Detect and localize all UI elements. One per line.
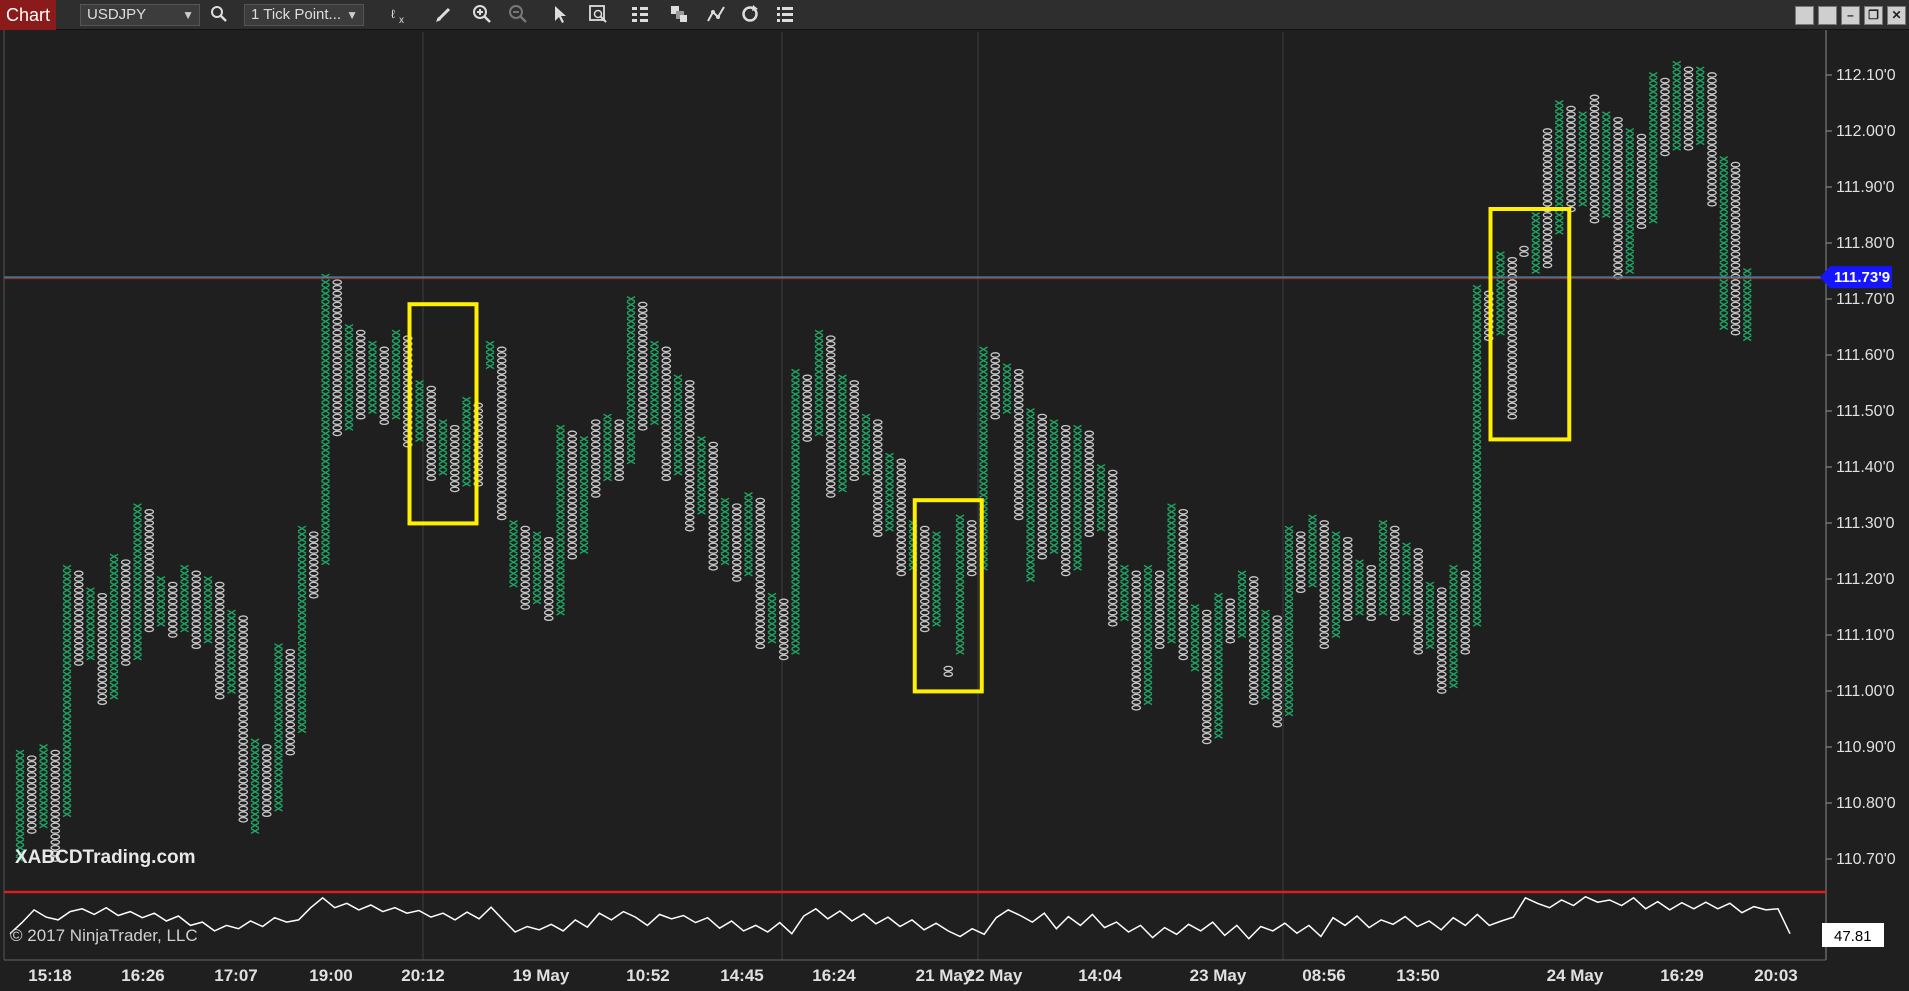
time-tick-label: 08:56 [1302,966,1345,985]
watermark: XABCDTrading.com [15,847,196,868]
properties-icon[interactable] [773,4,797,26]
strategies-icon[interactable] [667,4,691,26]
price-tick-label: 112.10'0 [1836,67,1896,84]
maximize-button[interactable]: ❐ [1864,6,1883,25]
pointer-icon[interactable] [548,4,572,26]
data-box-icon[interactable] [586,4,610,26]
time-tick-label: 16:24 [812,966,856,985]
time-tick-label: 13:50 [1396,966,1439,985]
time-tick-label: 20:03 [1754,966,1797,985]
time-tick-label: 21 May [916,966,973,985]
time-tick-label: 20:12 [401,966,444,985]
price-tick-label: 110.70'0 [1836,851,1896,868]
time-tick-label: 14:04 [1078,966,1122,985]
reload-icon[interactable] [738,4,762,26]
svg-text:x: x [399,15,404,26]
time-tick-label: 14:45 [720,966,763,985]
draw-pencil-icon[interactable] [432,4,456,26]
search-icon[interactable] [207,4,231,26]
time-tick-label: 17:07 [214,966,257,985]
chart-toolbar: Chart USDJPY ▼ 1 Tick Point... ▼ ℓx – ❐ … [0,0,1909,30]
copyright: © 2017 NinjaTrader, LLC [10,926,198,945]
price-tick-label: 111.70'0 [1836,291,1895,308]
minimize-button[interactable]: – [1841,6,1860,25]
price-tick-label: 111.90'0 [1836,179,1895,196]
indicator-value-label: 47.81 [1834,928,1872,945]
time-tick-label: 24 May [1547,966,1604,985]
plot-background [0,30,1909,991]
zoom-out-icon[interactable] [506,4,530,26]
indicator-icon[interactable]: ℓx [388,4,412,26]
time-tick-label: 16:26 [121,966,164,985]
zoom-in-icon[interactable] [470,4,494,26]
price-tick-label: 111.40'0 [1836,459,1895,476]
price-axis: 112.10'0 112.00'0 111.90'0 111.80'0 111.70'0… [1826,67,1896,868]
price-tick-label: 112.00'0 [1836,123,1896,140]
close-button[interactable]: ✕ [1887,6,1906,25]
price-tick-label: 111.30'0 [1836,515,1895,532]
chart-tab[interactable]: Chart [0,0,56,30]
svg-text:ℓ: ℓ [391,7,395,21]
price-tick-label: 111.20'0 [1836,571,1895,588]
price-tick-label: 110.80'0 [1836,795,1896,812]
price-tick-label: 110.90'0 [1836,739,1896,756]
instrument-selector[interactable]: USDJPY ▼ [80,4,200,26]
time-tick-label: 19 May [513,966,570,985]
time-tick-label: 22 May [966,966,1023,985]
chevron-down-icon: ▼ [182,8,194,22]
price-tick-label: 111.10'0 [1836,627,1895,644]
bar-type-selector[interactable]: 1 Tick Point... ▼ [244,4,364,26]
chart-plot-area[interactable]: XABCDTrading.com 112.10'0 112.00'0 111.90'… [0,30,1909,991]
time-tick-label: 15:18 [28,966,71,985]
current-price-label: 111.73'9 [1834,269,1890,286]
tile-right-button[interactable] [1818,6,1837,25]
time-tick-label: 19:00 [309,966,352,985]
tile-left-button[interactable] [1795,6,1814,25]
price-tick-label: 111.50'0 [1836,403,1895,420]
time-tick-label: 10:52 [626,966,669,985]
grid-icon[interactable] [628,4,652,26]
instrument-label: USDJPY [87,6,147,23]
chevron-down-icon: ▼ [346,8,358,22]
drawing-tools-icon[interactable] [704,4,728,26]
price-tick-label: 111.80'0 [1836,235,1895,252]
price-tick-label: 111.60'0 [1836,347,1895,364]
price-tick-label: 111.00'0 [1836,683,1895,700]
current-price-badge: 111.73'9 [1820,266,1892,289]
time-tick-label: 16:29 [1660,966,1703,985]
bar-type-label: 1 Tick Point... [251,6,342,23]
time-tick-label: 23 May [1190,966,1247,985]
